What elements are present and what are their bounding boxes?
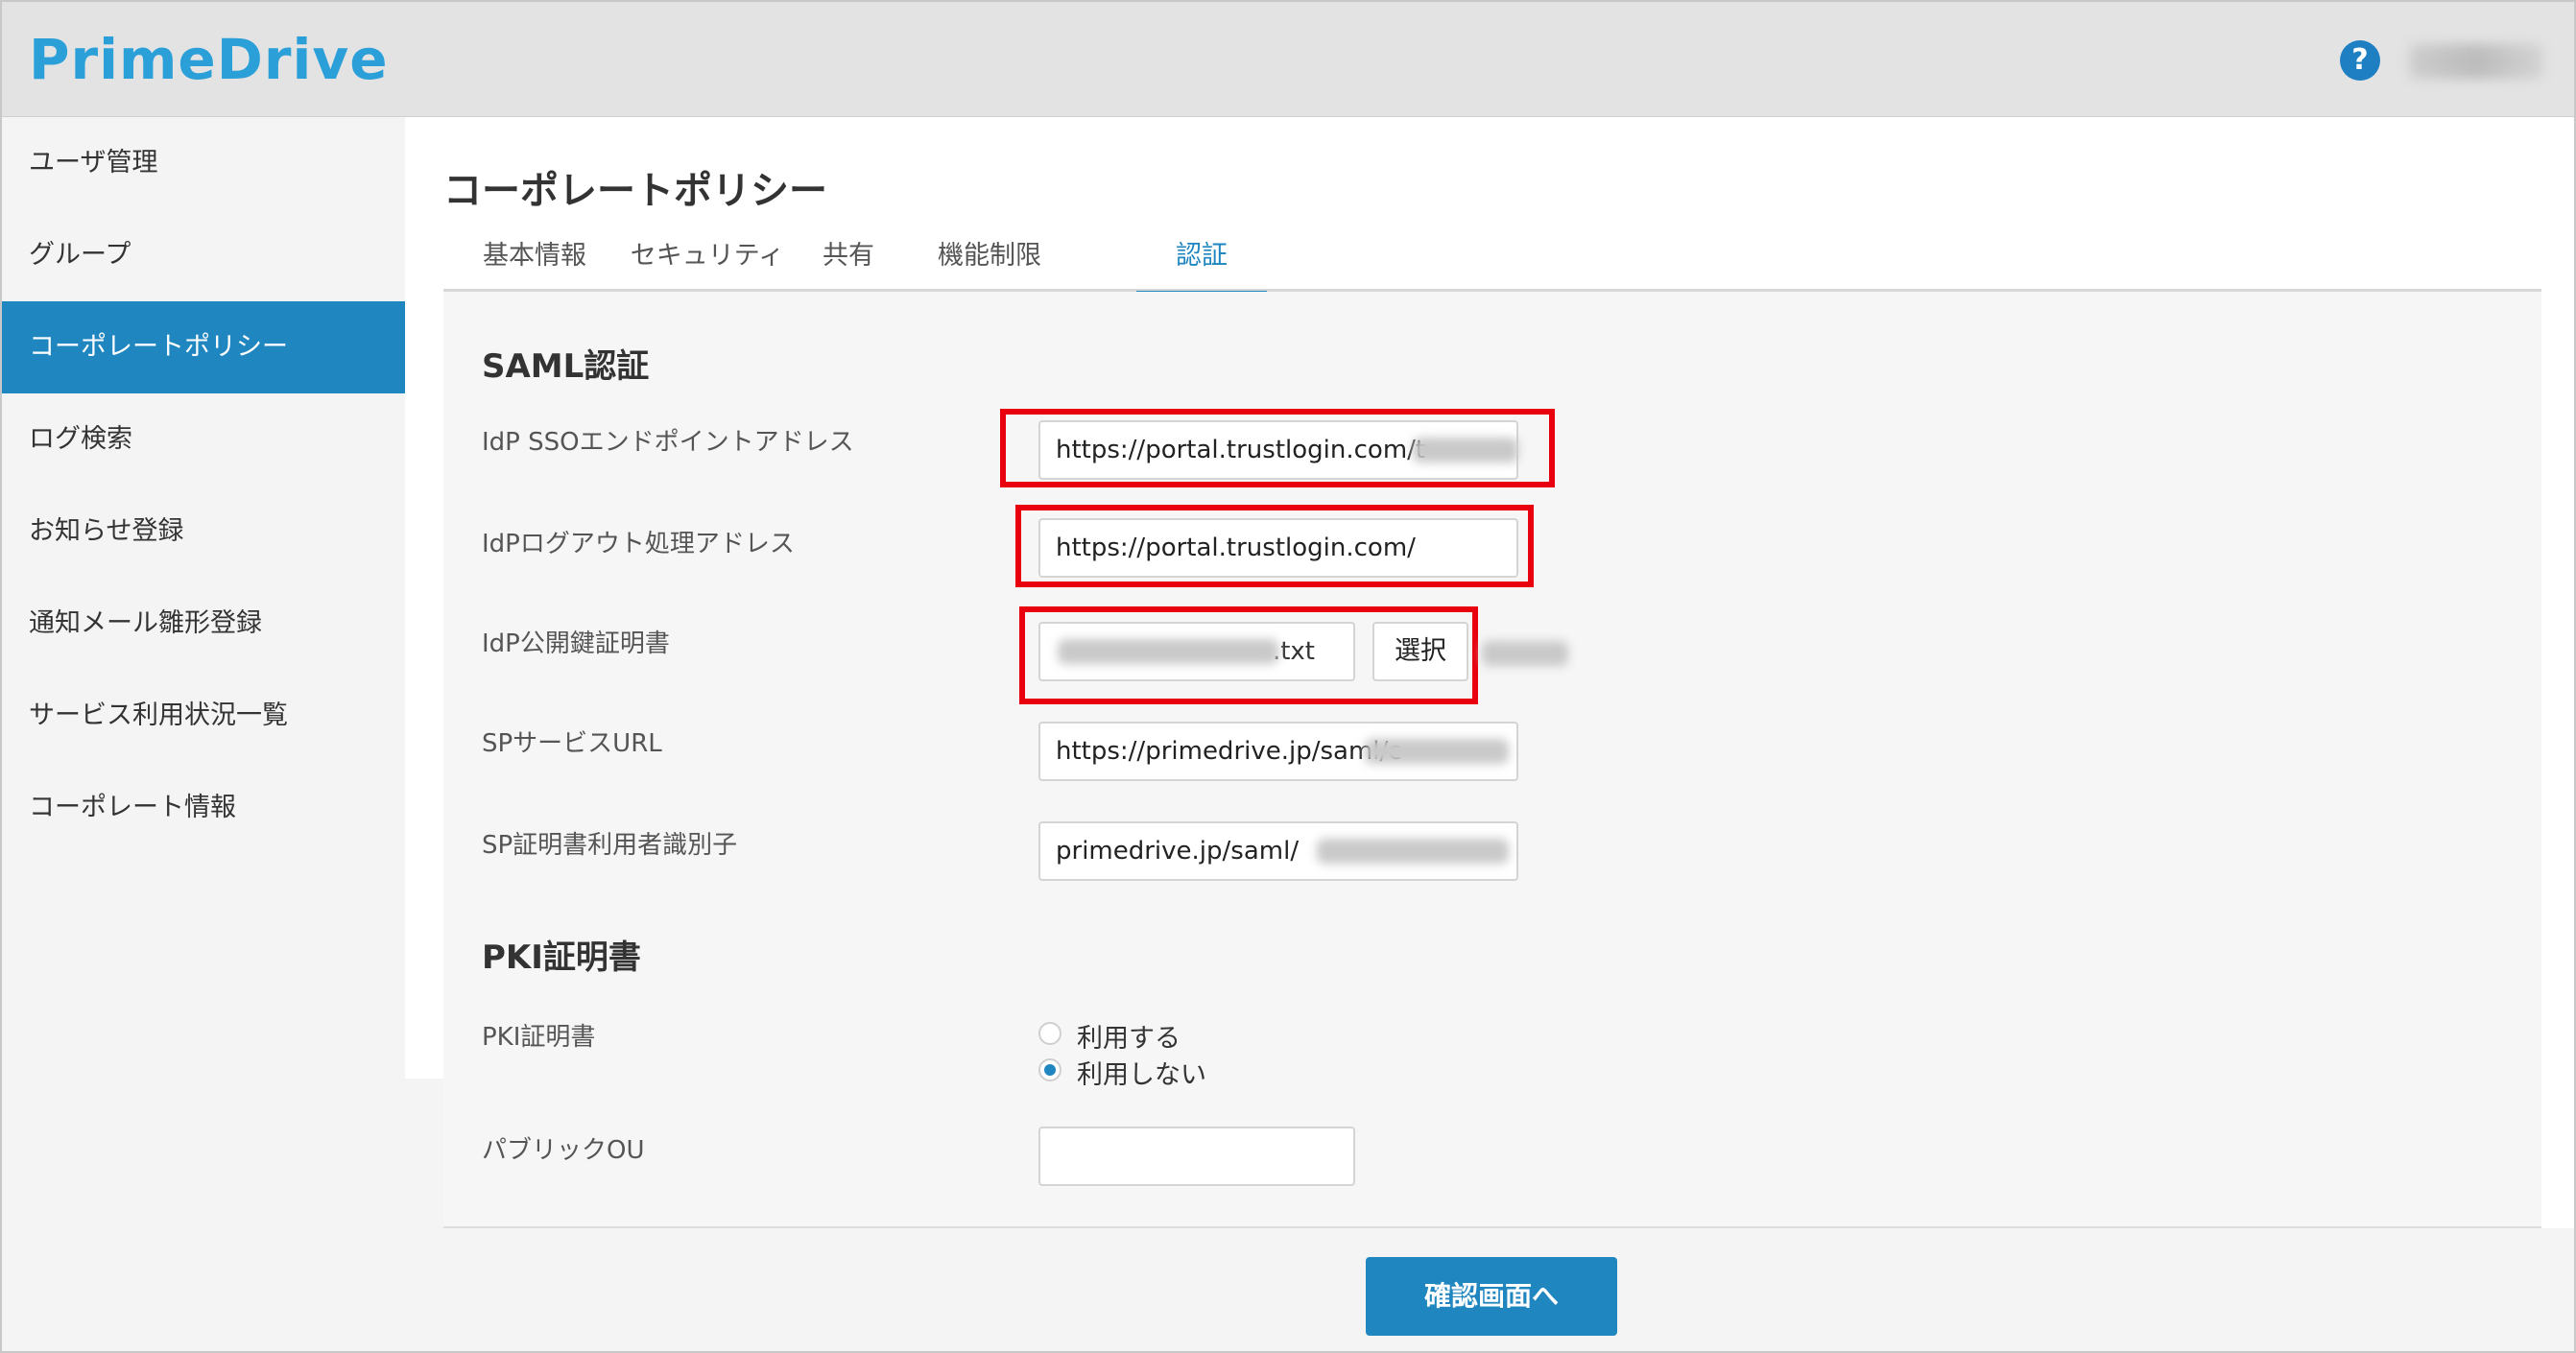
main-content: コーポレートポリシー 基本情報 セキュリティ 共有 機能制限 認証 SAML認証… [405,117,2574,1351]
idp-cert-file-value: .txt [1272,637,1315,666]
idp-cert-label: IdP公開鍵証明書 [482,629,670,658]
sidebar-item-mail-templates[interactable]: 通知メール雛形登録 [2,578,405,670]
tab-bar: 基本情報 セキュリティ 共有 機能制限 認証 [443,232,2541,295]
radio-checked[interactable] [1038,1058,1061,1081]
idp-logout-value: https://portal.trustlogin.com/ [1056,534,1416,562]
idp-sso-endpoint-value: https://portal.trustlogin.com/t [1056,436,1426,464]
redacted-text [1365,739,1509,764]
public-ou-field[interactable] [1038,1127,1355,1186]
sp-entity-id-label: SP証明書利用者識別子 [482,831,738,860]
sidebar-item-groups[interactable]: グループ [2,209,405,301]
page-title: コーポレートポリシー [443,169,827,213]
tab-sharing[interactable]: 共有 [789,232,908,292]
redacted-text [1317,839,1509,864]
divider [405,1079,443,1351]
tab-feature-limits[interactable]: 機能制限 [908,232,1071,292]
sidebar-item-corporate-policy[interactable]: コーポレートポリシー [2,301,405,393]
idp-sso-endpoint-label: IdP SSOエンドポイントアドレス [482,428,854,457]
redacted-text [1482,641,1568,666]
sidebar-item-corporate-info[interactable]: コーポレート情報 [2,762,405,854]
pki-section-title: PKI証明書 [482,938,641,977]
sidebar-item-announcements[interactable]: お知らせ登録 [2,486,405,578]
redacted-text [1413,438,1518,463]
select-file-button[interactable]: 選択 [1372,622,1468,681]
saml-section-title: SAML認証 [482,347,650,386]
idp-logout-field[interactable]: https://portal.trustlogin.com/ [1038,518,1518,578]
idp-logout-label: IdPログアウト処理アドレス [482,530,795,558]
tab-basic-info[interactable]: 基本情報 [443,232,626,292]
tab-authentication[interactable]: 認証 [1136,232,1267,295]
radio-unchecked[interactable] [1038,1022,1061,1045]
auth-settings-form: SAML認証 IdP SSOエンドポイントアドレス https://portal… [443,292,2541,1228]
top-header: PrimeDrive ? [2,2,2574,117]
sidebar-item-service-usage[interactable]: サービス利用状況一覧 [2,670,405,762]
radio-label: 利用しない [1077,1060,1206,1090]
pki-cert-label: PKI証明書 [482,1023,596,1052]
sp-service-url-label: SPサービスURL [482,729,662,758]
public-ou-label: パブリックOU [482,1136,645,1165]
sidebar-nav: ユーザ管理 グループ コーポレートポリシー ログ検索 お知らせ登録 通知メール雛… [2,117,405,1351]
tab-security[interactable]: セキュリティ [626,232,789,292]
confirm-screen-button[interactable]: 確認画面へ [1366,1257,1617,1336]
app-window: PrimeDrive ? ユーザ管理 グループ コーポレートポリシー ログ検索 … [0,0,2576,1353]
sp-entity-id-value: primedrive.jp/saml/ [1056,837,1300,866]
sidebar-item-log-search[interactable]: ログ検索 [2,393,405,486]
user-account-menu[interactable] [2409,44,2543,79]
sp-service-url-value: https://primedrive.jp/saml/c [1056,737,1402,766]
redacted-text [1058,639,1278,664]
question-circle-icon[interactable]: ? [2340,40,2380,81]
radio-label: 利用する [1077,1024,1181,1054]
primedrive-logo[interactable]: PrimeDrive [29,21,389,98]
sidebar-item-user-management[interactable]: ユーザ管理 [2,117,405,209]
